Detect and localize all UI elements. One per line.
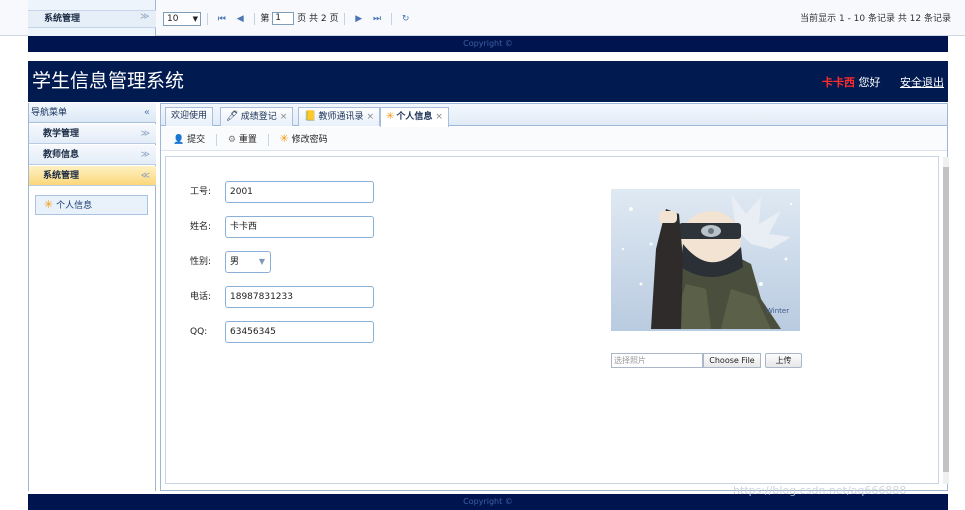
scrollbar-thumb[interactable] bbox=[943, 167, 949, 472]
prev-page-icon[interactable]: ◀ bbox=[237, 10, 244, 28]
copyright-text: Copyright © bbox=[463, 39, 513, 48]
chevron-down-icon: ≫ bbox=[140, 12, 150, 22]
user-icon: 👤 bbox=[173, 135, 185, 145]
close-icon[interactable]: × bbox=[280, 112, 288, 122]
app-header: 学生信息管理系统 卡卡西 您好 安全退出 bbox=[28, 61, 948, 102]
user-area: 卡卡西 您好 安全退出 bbox=[822, 75, 944, 91]
chevron-down-icon: ▼ bbox=[192, 15, 198, 23]
divider bbox=[215, 133, 217, 146]
choose-file-button[interactable]: Choose File bbox=[703, 353, 761, 368]
sidebar-item-system[interactable]: 系统管理 ≪ bbox=[29, 166, 156, 186]
watermark-text: https://blog.csdn.net/aq666888 bbox=[733, 484, 907, 497]
logout-link[interactable]: 安全退出 bbox=[900, 76, 944, 89]
next-page-icon[interactable]: ▶ bbox=[355, 10, 362, 28]
refresh-icon[interactable]: ↻ bbox=[402, 10, 410, 28]
reset-button[interactable]: ⚙ 重置 bbox=[228, 128, 257, 152]
previous-footer: Copyright © bbox=[28, 36, 948, 52]
divider bbox=[267, 133, 269, 146]
divider bbox=[344, 12, 346, 25]
app-title: 学生信息管理系统 bbox=[32, 70, 185, 92]
collapse-icon[interactable]: « bbox=[144, 103, 150, 123]
tab-profile[interactable]: ✳ 个人信息 × bbox=[380, 107, 449, 127]
first-page-icon[interactable]: ⏮ bbox=[218, 10, 226, 28]
chevron-down-icon: ≫ bbox=[140, 150, 150, 160]
photo-file-input[interactable]: 选择照片 bbox=[611, 353, 703, 368]
chevron-up-icon: ≪ bbox=[140, 171, 150, 181]
star-icon: ✳ bbox=[386, 111, 395, 122]
tab-bar: 欢迎使用 🖊 成绩登记 × 📒 教师通讯录 × ✳ 个人信息 × bbox=[161, 104, 947, 127]
chevron-down-icon: ≫ bbox=[140, 129, 150, 139]
tab-label: 欢迎使用 bbox=[171, 111, 208, 121]
notebook-icon: 📒 bbox=[304, 111, 317, 122]
tab-label: 教师通讯录 bbox=[318, 112, 364, 122]
divider bbox=[253, 12, 255, 25]
user-name: 卡卡西 bbox=[822, 76, 855, 89]
sidebar-item-teacher-info[interactable]: 教师信息 ≫ bbox=[29, 145, 156, 165]
profile-photo: Winter bbox=[611, 189, 800, 331]
tab-label: 成绩登记 bbox=[240, 112, 277, 122]
sidebar-item-label: 教学管理 bbox=[43, 129, 80, 139]
profile-form-panel: 工号: 2001 姓名: 卡卡西 性别: 男 ▼ 电话: 18987831233… bbox=[165, 156, 939, 484]
page-size-select[interactable]: 10 ▼ bbox=[163, 12, 201, 26]
phone-label: 电话: bbox=[190, 292, 212, 302]
tab-welcome[interactable]: 欢迎使用 bbox=[165, 107, 214, 126]
sidebar-header: 导航菜单 « bbox=[29, 103, 156, 123]
record-summary: 当前显示 1 - 10 条记录 共 12 条记录 bbox=[800, 14, 951, 24]
gear-icon: ⚙ bbox=[227, 135, 236, 145]
change-password-button[interactable]: ✳ 修改密码 bbox=[280, 127, 328, 152]
sidebar-subitem-label: 个人信息 bbox=[56, 201, 93, 211]
page-prefix: 第 bbox=[260, 14, 270, 24]
phone-field[interactable]: 18987831233 bbox=[225, 286, 374, 308]
gender-select[interactable]: 男 ▼ bbox=[225, 251, 271, 273]
last-page-icon[interactable]: ⏭ bbox=[373, 10, 381, 28]
tab-label: 个人信息 bbox=[396, 112, 433, 122]
qq-field[interactable]: 63456345 bbox=[225, 321, 374, 343]
toolbar: 👤 提交 ⚙ 重置 ✳ 修改密码 bbox=[161, 127, 947, 151]
pen-icon: 🖊 bbox=[226, 111, 239, 122]
close-icon[interactable]: × bbox=[366, 112, 374, 122]
star-icon: ✳ bbox=[279, 132, 289, 145]
vertical-scrollbar[interactable] bbox=[943, 157, 949, 484]
tab-grade-entry[interactable]: 🖊 成绩登记 × bbox=[220, 107, 294, 126]
id-label: 工号: bbox=[190, 187, 212, 197]
upload-button[interactable]: 上传 bbox=[765, 353, 802, 368]
qq-label: QQ: bbox=[190, 327, 208, 337]
page-count: 页 共 2 页 bbox=[297, 14, 339, 24]
submit-button[interactable]: 👤 提交 bbox=[173, 128, 205, 152]
profile-photo-image: Winter bbox=[611, 189, 800, 331]
tab-teacher-directory[interactable]: 📒 教师通讯录 × bbox=[298, 107, 381, 126]
close-icon[interactable]: × bbox=[435, 112, 443, 122]
sidebar-item-label: 系统管理 bbox=[43, 171, 80, 181]
sidebar-item-teaching[interactable]: 教学管理 ≫ bbox=[29, 124, 156, 144]
chevron-down-icon: ▼ bbox=[258, 257, 266, 266]
sidebar: 导航菜单 « 教学管理 ≫ 教师信息 ≫ 系统管理 ≪ ✳ 个人信息 bbox=[28, 103, 156, 491]
sidebar-item-label: 教师信息 bbox=[43, 150, 80, 160]
divider bbox=[391, 12, 393, 25]
id-field[interactable]: 2001 bbox=[225, 181, 374, 203]
sidebar-subitem-profile[interactable]: ✳ 个人信息 bbox=[35, 195, 148, 215]
main-panel: 欢迎使用 🖊 成绩登记 × 📒 教师通讯录 × ✳ 个人信息 × 👤 提交 ⚙ 重置 ✳ 修… bbox=[160, 103, 949, 491]
greeting: 您好 bbox=[858, 76, 881, 89]
name-label: 姓名: bbox=[190, 222, 212, 232]
sidebar-title: 导航菜单 bbox=[31, 108, 68, 118]
divider bbox=[206, 12, 208, 25]
star-icon: ✳ bbox=[44, 198, 54, 211]
name-field[interactable]: 卡卡西 bbox=[225, 216, 374, 238]
page-number-input[interactable]: 1 bbox=[272, 12, 295, 25]
gender-label: 性别: bbox=[190, 257, 212, 267]
previous-sidebar-item-system[interactable]: 系统管理 bbox=[28, 10, 156, 28]
photo-caption: Winter bbox=[766, 307, 789, 315]
